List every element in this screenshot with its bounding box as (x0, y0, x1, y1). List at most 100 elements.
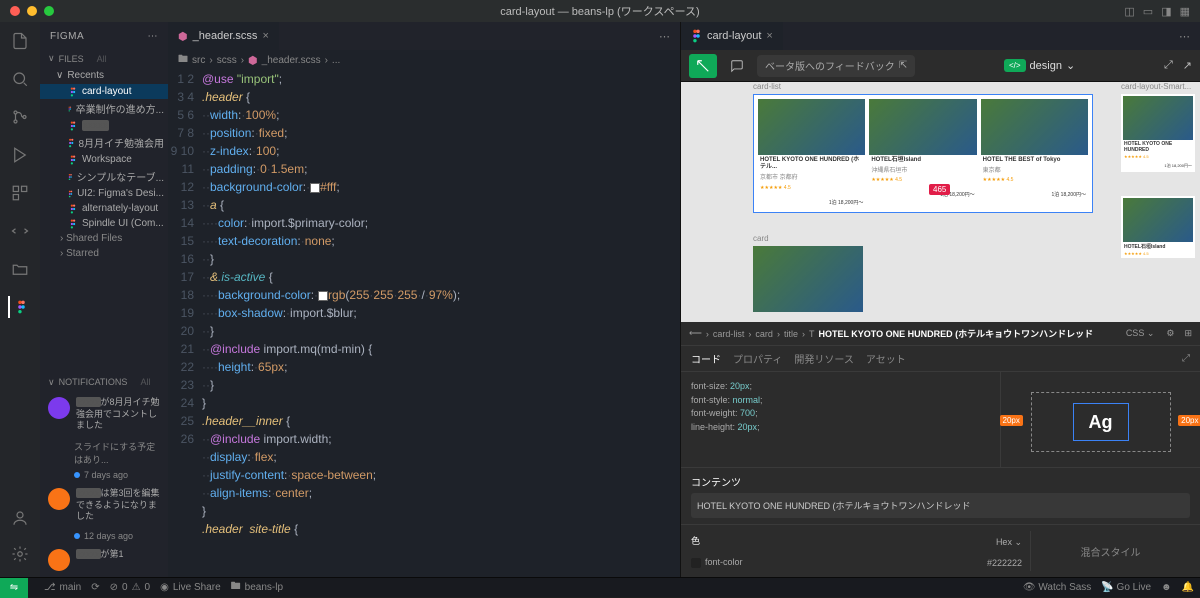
sidebar-item[interactable]: alternately-layout (40, 201, 168, 216)
back-icon[interactable]: ⟵ (689, 328, 702, 339)
maximize-button[interactable] (44, 6, 54, 16)
sidebar-item[interactable]: xxxxx (40, 118, 168, 133)
color-row[interactable]: font-color#222222 (691, 554, 1022, 571)
editor-more-icon[interactable]: ⋯ (659, 30, 670, 43)
remote-icon[interactable] (9, 220, 31, 242)
notifications-section[interactable]: ∨NOTIFICATIONS All (40, 374, 168, 391)
color-section: 色Hex ⌄ font-color#222222 混合スタイル (681, 524, 1200, 577)
figma-tab[interactable]: card-layout × (681, 22, 783, 50)
content-value[interactable]: HOTEL KYOTO ONE HUNDRED (ホテルキョウトワンハンドレッド (691, 493, 1190, 518)
search-icon[interactable] (9, 68, 31, 90)
files-section[interactable]: ∨FILES All (40, 50, 168, 67)
git-sync[interactable]: ⟳ (91, 582, 99, 593)
frame-label: card-layout-Smart... (1121, 82, 1191, 91)
card-smart[interactable]: HOTEL KYOTO ONE HUNDRED ★★★★★ 4.5 1泊 18,… (1121, 94, 1195, 172)
remote-button[interactable]: ⇋ (0, 578, 28, 598)
sidebar-item[interactable]: 卒業制作の進め方... (40, 99, 168, 118)
folder-icon[interactable] (9, 258, 31, 280)
bell-icon[interactable]: 🔔 (1182, 582, 1194, 593)
explorer-icon[interactable] (9, 30, 31, 52)
editor-tab[interactable]: ⬢ _header.scss × (168, 22, 279, 50)
inspector-breadcrumb[interactable]: ⟵ ›card-list ›card ›title ›T HOTEL KYOTO… (681, 322, 1200, 346)
css-panel[interactable]: font-size: 20px;font-style: normal;font-… (681, 372, 1000, 467)
dev-badge: </> (1004, 59, 1026, 72)
breadcrumb[interactable]: 🖿 src› scss› ⬢ _header.scss› ... (168, 50, 680, 70)
figma-activity-icon[interactable] (8, 296, 30, 318)
notification[interactable]: xxxxxが第1 (40, 543, 168, 577)
minimize-button[interactable] (27, 6, 37, 16)
recents-folder[interactable]: ∨Recents (40, 67, 168, 84)
figma-pane: card-layout × ⋯ ベータ版へのフィードバック⇱ </> desig… (680, 22, 1200, 577)
notification[interactable]: xxxxxが8月月イチ勉強会用でコメントしました (40, 391, 168, 438)
liveshare[interactable]: ◉ Live Share (160, 582, 221, 593)
debug-icon[interactable] (9, 144, 31, 166)
git-branch[interactable]: ⎇ main (44, 582, 81, 593)
figma-inspector: ⟵ ›card-list ›card ›title ›T HOTEL KYOTO… (681, 322, 1200, 577)
code-editor[interactable]: 1 2 3 4 5 6 7 8 9 10 11 12 13 14 15 16 1… (168, 70, 680, 577)
px-left: 20px (1000, 415, 1023, 426)
panel-right-icon[interactable]: ◨ (1161, 5, 1171, 18)
color-swatch (691, 558, 701, 568)
extensions-icon[interactable] (9, 182, 31, 204)
card[interactable]: HOTEL THE BEST of Tokyo東京都★★★★★ 4.51泊 18… (981, 99, 1088, 208)
design-dropdown[interactable]: </> design ⌄ (1004, 59, 1075, 72)
tab-code[interactable]: コード (691, 351, 721, 366)
settings-icon[interactable] (9, 543, 31, 565)
close-tab-icon[interactable]: × (766, 30, 772, 42)
feedback-pill[interactable]: ベータ版へのフィードバック⇱ (757, 55, 915, 77)
expand-icon[interactable]: ⤢ (1182, 353, 1190, 364)
box-model: 20px Ag 20px (1031, 392, 1171, 452)
sidebar-item[interactable]: シンプルなテーブ... (40, 167, 168, 186)
card-smart-2[interactable]: HOTEL石垣Island ★★★★★ 4.5 (1121, 196, 1195, 258)
panel-left-icon[interactable]: ◫ (1124, 5, 1134, 18)
sliders-icon[interactable]: ⚙ (1166, 328, 1174, 339)
px-right: 20px (1178, 415, 1200, 426)
layout-controls: ◫ ▭ ◨ ▦ (1124, 5, 1190, 18)
card-list-frame[interactable]: HOTEL KYOTO ONE HUNDRED (ホテル...京都市 京都府★★… (753, 94, 1093, 213)
sidebar-item[interactable]: 8月月イチ勉強会用 (40, 133, 168, 152)
tab-label: _header.scss (193, 30, 258, 42)
open-external-icon[interactable]: ↗ (1183, 59, 1192, 72)
starred-files[interactable]: › Starred (40, 246, 168, 261)
sidebar-item[interactable]: UI2: Figma's Desi... (40, 186, 168, 201)
sidebar-item[interactable]: Workspace (40, 152, 168, 167)
account-icon[interactable] (9, 507, 31, 529)
tab-dev[interactable]: 開発リソース (794, 351, 854, 366)
figma-icon (691, 29, 702, 43)
sidebar-item[interactable]: card-layout (40, 84, 168, 99)
close-tab-icon[interactable]: × (262, 30, 268, 42)
more-icon[interactable]: ⋯ (148, 31, 159, 42)
close-button[interactable] (10, 6, 20, 16)
card-frame[interactable] (753, 246, 863, 312)
figma-more-icon[interactable]: ⋯ (1179, 30, 1190, 43)
watch-sass[interactable]: 👁 Watch Sass (1023, 582, 1091, 593)
go-live[interactable]: 📡 Go Live (1101, 582, 1151, 593)
editor-tabs: ⬢ _header.scss × ⋯ (168, 22, 680, 50)
problems[interactable]: ⊘ 0 ⚠ 0 (110, 582, 150, 593)
comment-icon[interactable] (723, 54, 751, 78)
tab-assets[interactable]: アセット (866, 351, 906, 366)
notification[interactable]: xxxxxは第3回を編集できるようになりました (40, 482, 168, 529)
css-dropdown[interactable]: CSS ⌄ (1126, 328, 1155, 339)
tab-props[interactable]: プロパティ (733, 351, 782, 366)
box-model-panel: 20px Ag 20px (1000, 372, 1200, 467)
code-icon[interactable]: ⊞ (1184, 328, 1192, 339)
dev-mode-button[interactable] (689, 54, 717, 78)
folder-status[interactable]: 🖿 beans-lp (231, 579, 283, 596)
feedback-icon[interactable]: ☻ (1161, 582, 1172, 593)
card[interactable]: HOTEL石垣Island沖縄県石垣市★★★★★ 4.51泊 18,200円〜 (869, 99, 976, 208)
card[interactable]: HOTEL KYOTO ONE HUNDRED (ホテル...京都市 京都府★★… (758, 99, 865, 208)
titlebar: card-layout — beans-lp (ワークスペース) ◫ ▭ ◨ ▦ (0, 0, 1200, 22)
source-control-icon[interactable] (9, 106, 31, 128)
hex-dropdown[interactable]: Hex ⌄ (996, 537, 1022, 548)
shared-files[interactable]: › Shared Files (40, 231, 168, 246)
figma-canvas[interactable]: card-list HOTEL KYOTO ONE HUNDRED (ホテル..… (681, 82, 1200, 322)
figma-tabs: card-layout × ⋯ (681, 22, 1200, 50)
layout-grid-icon[interactable]: ▦ (1180, 5, 1190, 18)
statusbar: ⇋ ⎇ main ⟳ ⊘ 0 ⚠ 0 ◉ Live Share 🖿 beans-… (0, 577, 1200, 597)
sidebar-item[interactable]: Spindle UI (Com... (40, 216, 168, 231)
inspector-title: HOTEL KYOTO ONE HUNDRED (ホテルキョウトワンハンドレッド (818, 327, 1093, 340)
panel-bottom-icon[interactable]: ▭ (1143, 5, 1153, 18)
folder-icon: 🖿 (178, 52, 188, 69)
link-icon[interactable]: ⤢ (1164, 59, 1173, 72)
